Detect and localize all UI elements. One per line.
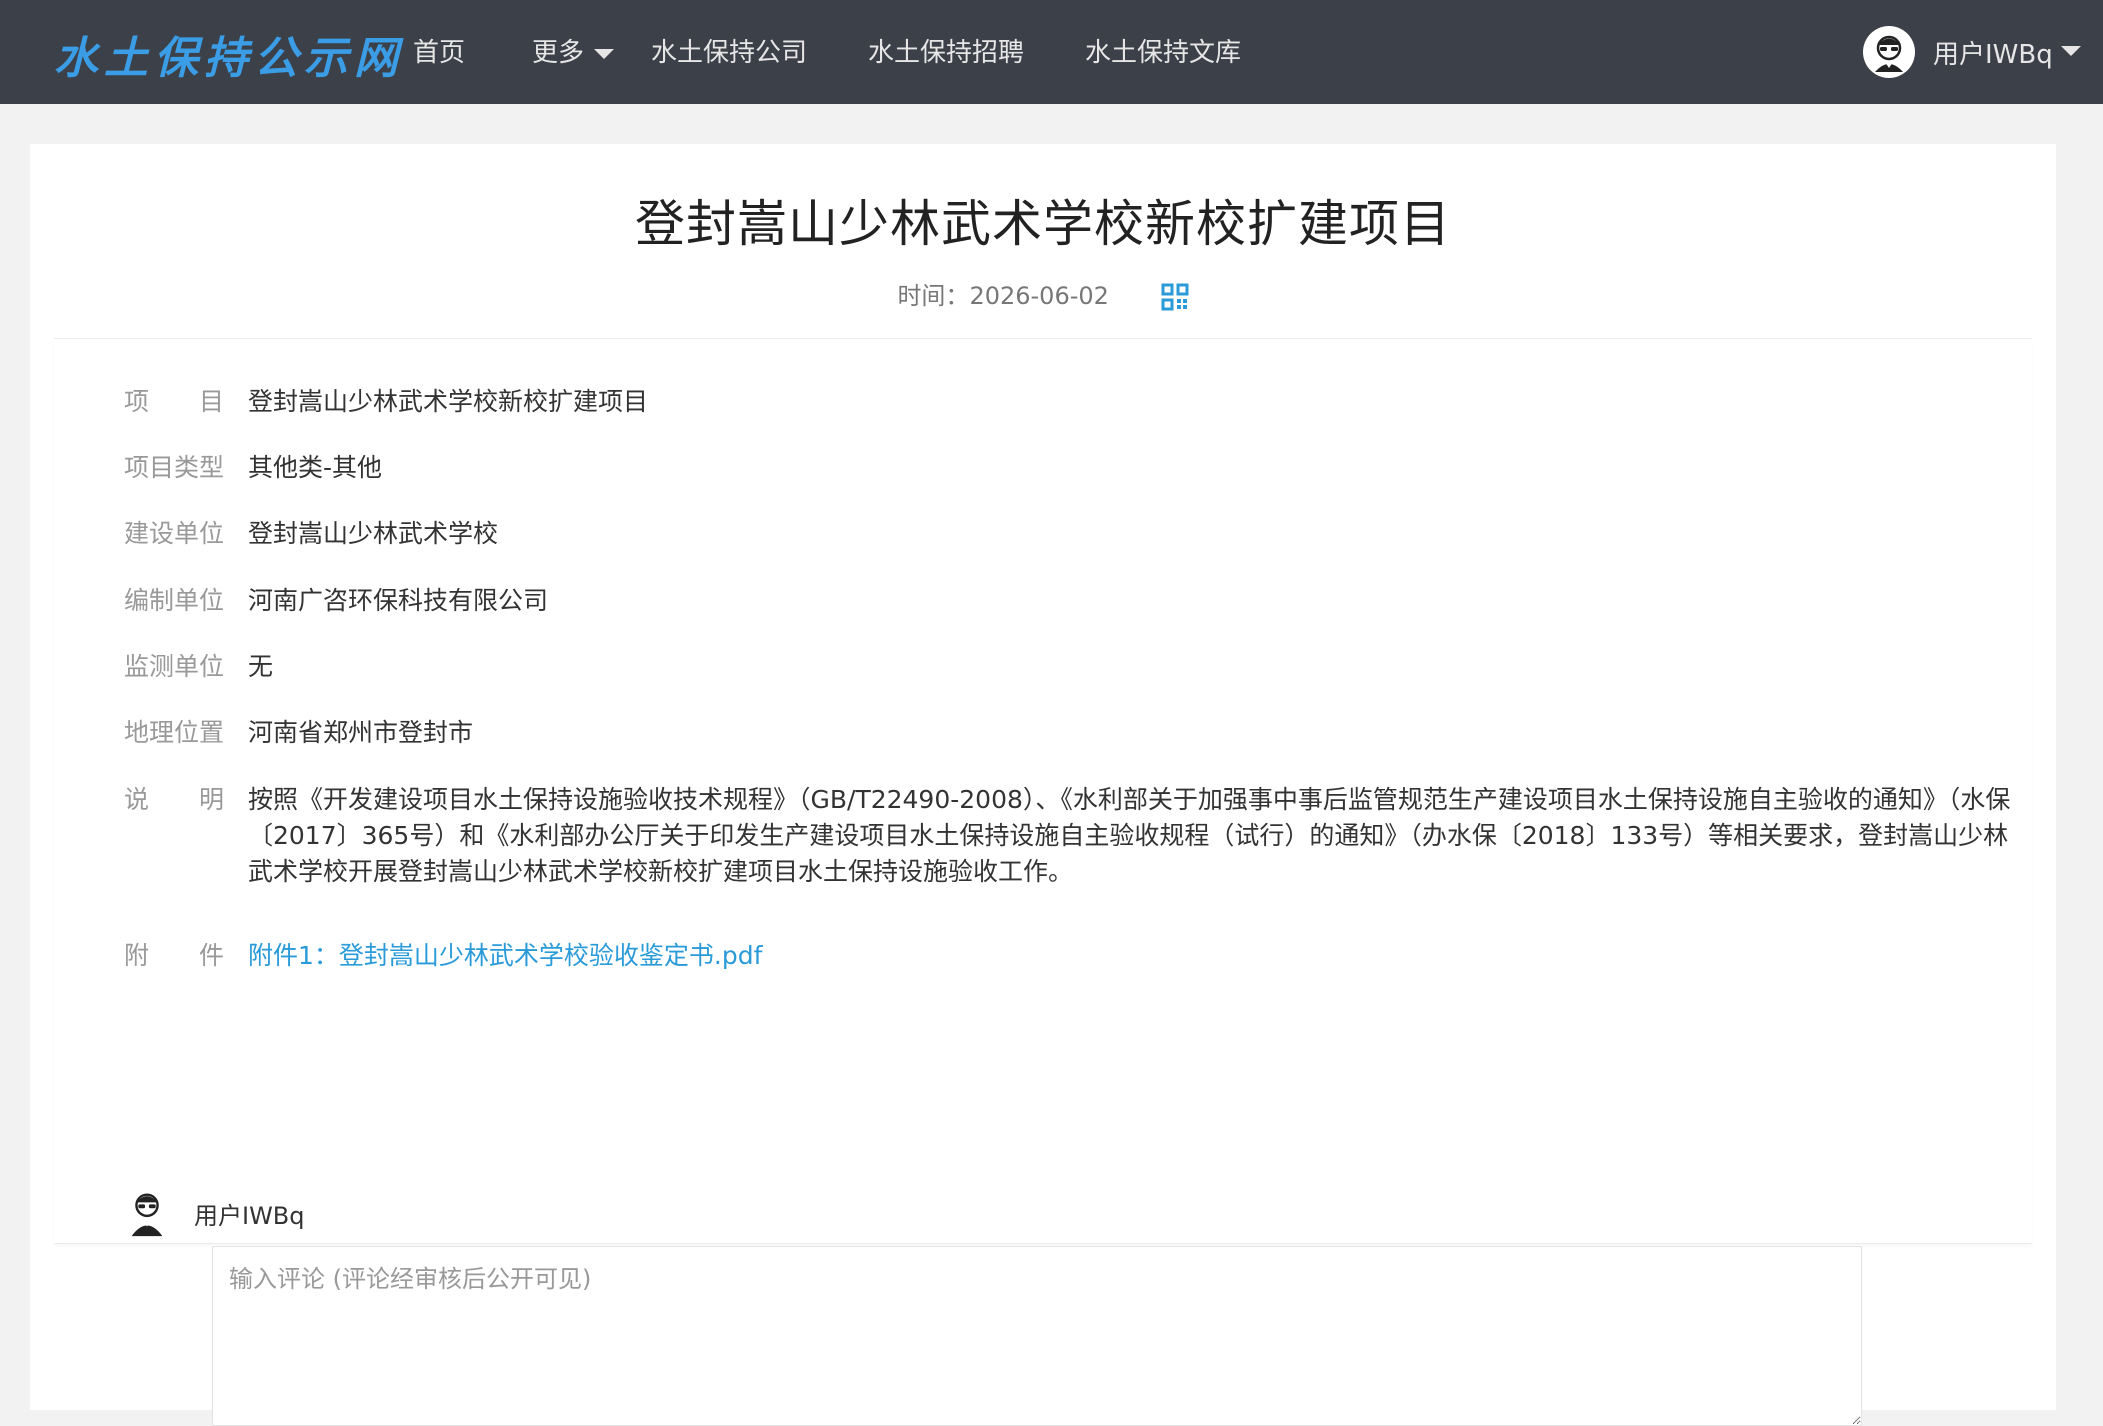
field-value: 其他类-其他 xyxy=(248,453,383,482)
project-info: 项目 登封嵩山少林武术学校新校扩建项目 项目类型 其他类-其他 建设单位 登封嵩… xyxy=(54,338,2032,1244)
field-value: 登封嵩山少林武术学校 xyxy=(248,519,499,548)
field-label: 项目类型 xyxy=(124,453,225,482)
field-label: 说明 xyxy=(124,785,224,814)
field-value: 河南省郑州市登封市 xyxy=(248,718,474,747)
article-header: 登封嵩山少林武术学校新校扩建项目 时间：2026-06-02 xyxy=(54,144,2032,339)
attachment-link[interactable]: 附件1：登封嵩山少林武术学校验收鉴定书.pdf xyxy=(248,938,762,974)
page-title: 登封嵩山少林武术学校新校扩建项目 xyxy=(635,195,1451,253)
comment-user-name: 用户IWBq xyxy=(194,1202,305,1230)
nav-item-home[interactable]: 首页 xyxy=(413,32,465,69)
field-label: 监测单位 xyxy=(124,652,225,681)
field-label: 项目 xyxy=(124,387,224,416)
user-name: 用户IWBq xyxy=(1933,40,2053,70)
field-value: 登封嵩山少林武术学校新校扩建项目 xyxy=(248,387,649,416)
time-label: 时间： xyxy=(897,282,970,310)
time-value: 2026-06-02 xyxy=(969,282,1109,310)
site-logo[interactable]: 水土保持公示网 xyxy=(54,22,404,86)
nav-item-library[interactable]: 水土保持文库 xyxy=(1085,32,1241,69)
field-label: 附件 xyxy=(124,941,224,970)
chevron-down-icon xyxy=(594,48,615,59)
nav-item-more-label: 更多 xyxy=(532,38,585,68)
nav-item-company[interactable]: 水土保持公司 xyxy=(651,32,807,69)
nav-item-recruit[interactable]: 水土保持招聘 xyxy=(868,32,1024,69)
content-card: 登封嵩山少林武术学校新校扩建项目 时间：2026-06-02 项目 登封嵩山少林… xyxy=(30,144,2056,1426)
field-label: 地理位置 xyxy=(124,718,225,747)
nav-item-more[interactable]: 更多 xyxy=(532,32,615,69)
top-navbar: 水土保持公示网 首页 更多 水土保持公司 水土保持招聘 水土保持文库 用户IWB… xyxy=(0,0,2103,104)
field-value: 无 xyxy=(248,652,274,681)
comment-input[interactable] xyxy=(212,1246,1862,1426)
avatar-icon xyxy=(122,1188,172,1238)
chevron-down-icon xyxy=(2061,46,2081,56)
field-value: 河南广咨环保科技有限公司 xyxy=(248,586,549,615)
qrcode-icon[interactable] xyxy=(1161,283,1189,311)
avatar-icon xyxy=(1863,26,1915,78)
description-text: 按照《开发建设项目水土保持设施验收技术规程》（GB/T22490-2008）、《… xyxy=(248,785,2011,886)
field-label: 编制单位 xyxy=(124,586,225,615)
article-meta: 时间：2026-06-02 xyxy=(54,276,2032,311)
field-label: 建设单位 xyxy=(124,519,225,548)
